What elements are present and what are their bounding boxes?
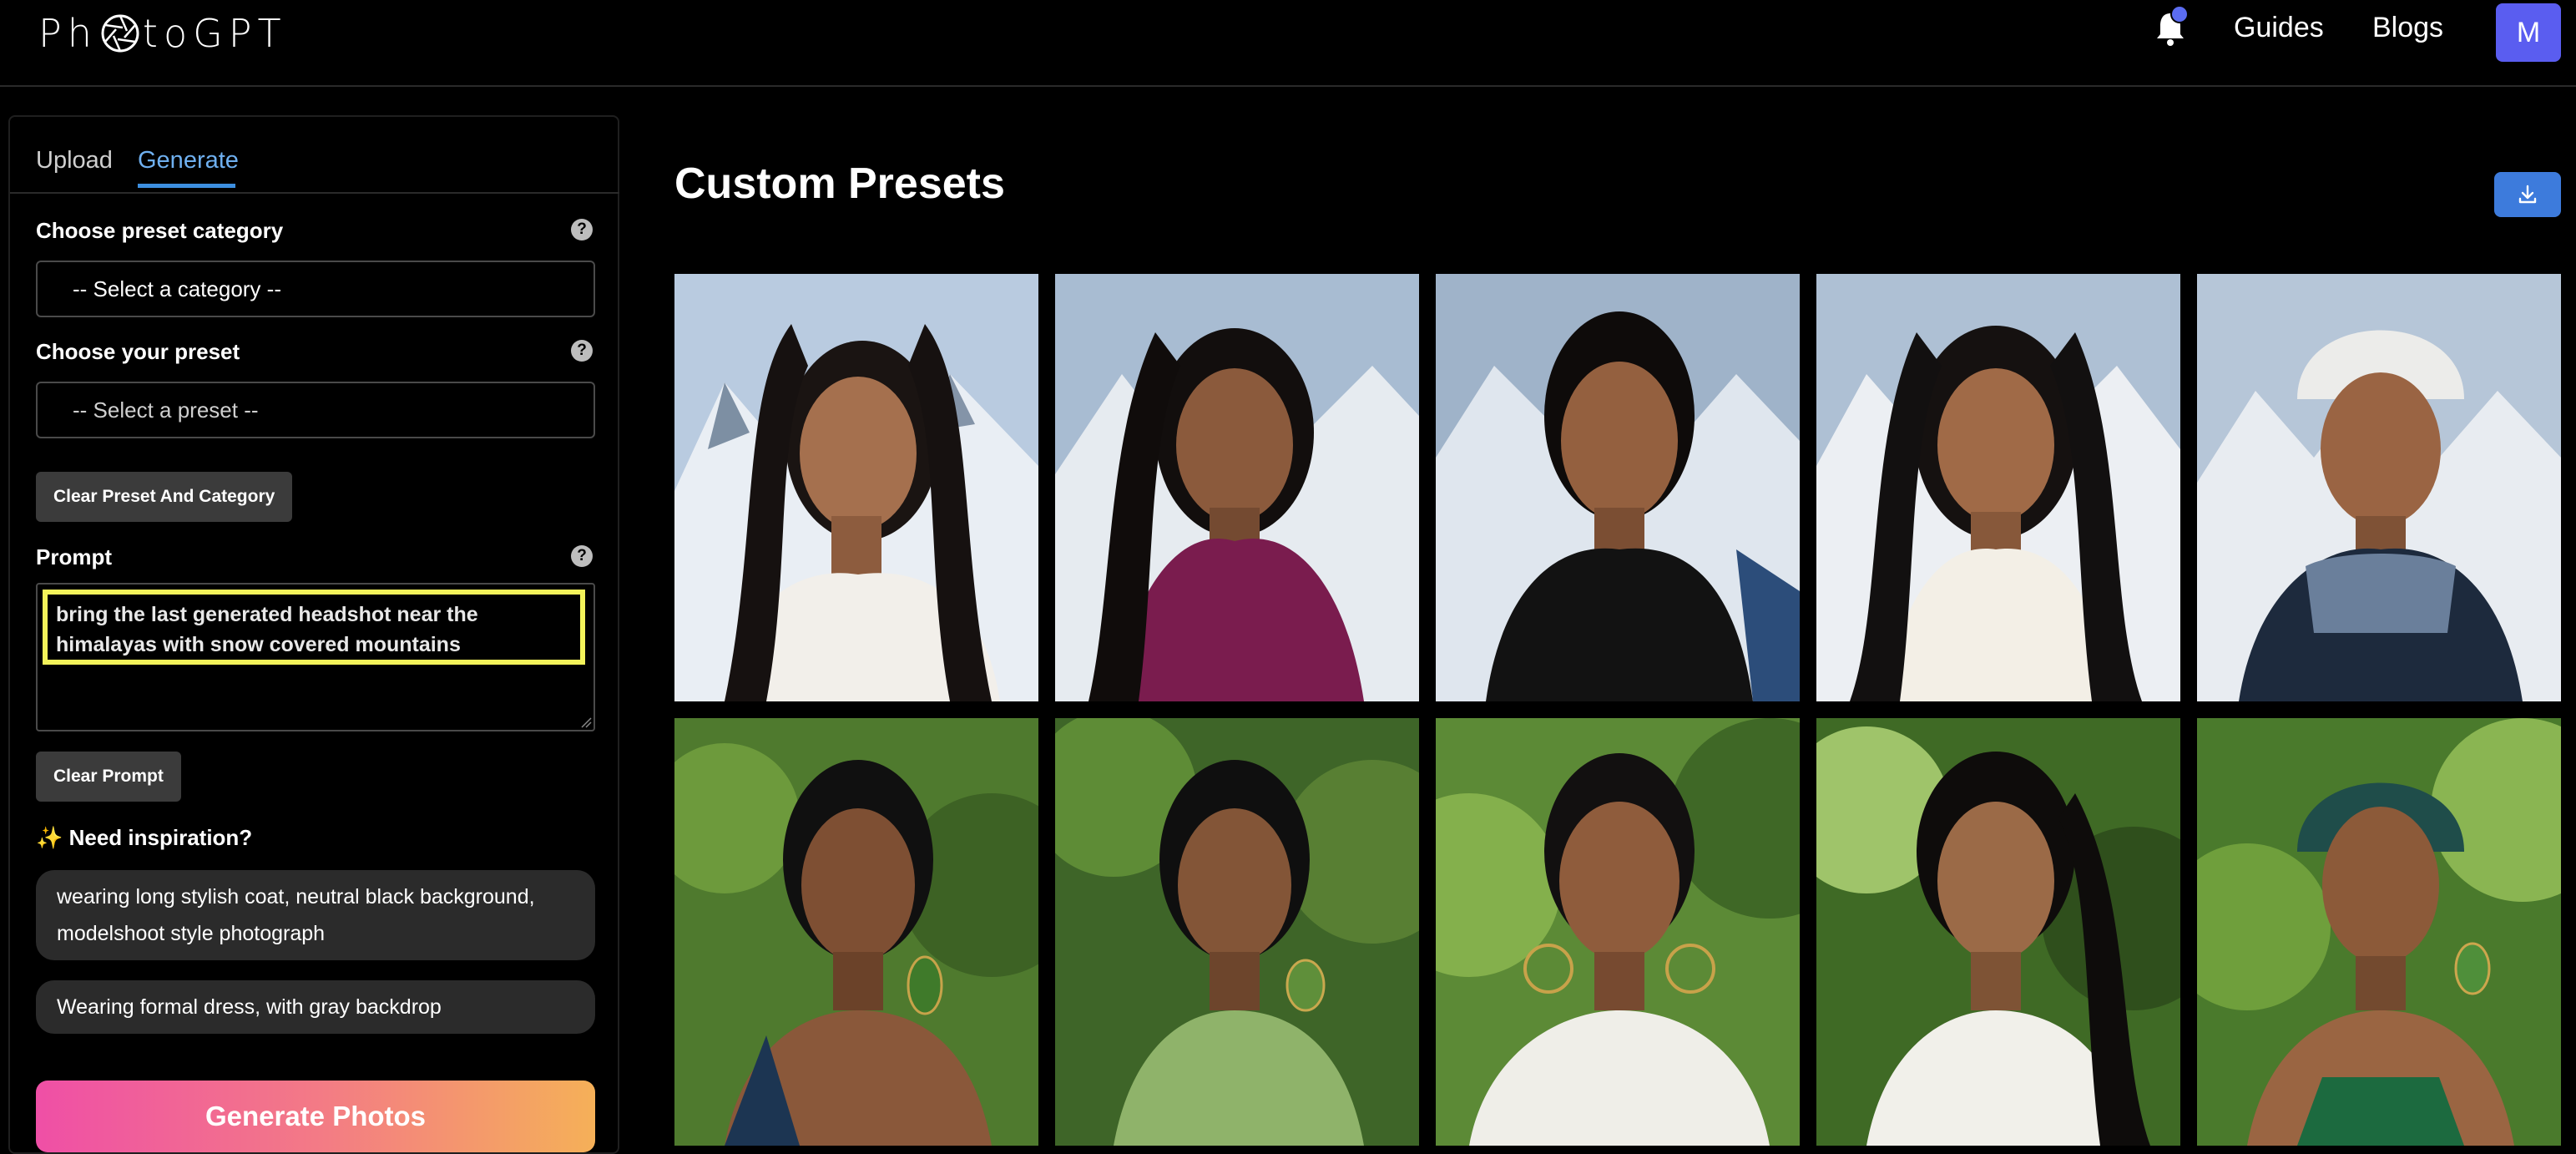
nav-blogs-link[interactable]: Blogs — [2372, 12, 2443, 44]
preset-photo[interactable] — [674, 274, 1038, 701]
preset-photo[interactable] — [2197, 718, 2561, 1146]
active-tab-indicator — [138, 184, 235, 188]
portrait-image — [1055, 718, 1419, 1146]
preset-photo[interactable] — [674, 718, 1038, 1146]
preset-photo[interactable] — [1816, 718, 2180, 1146]
portrait-image — [1816, 274, 2180, 701]
preset-select[interactable]: -- Select a preset -- — [36, 382, 595, 438]
prompt-textarea[interactable]: bring the last generated headshot near t… — [36, 583, 595, 731]
download-icon — [2518, 185, 2537, 204]
inspiration-title: Need inspiration? — [68, 825, 253, 850]
preset-category-label: Choose preset category — [36, 218, 284, 243]
logo-text-suffix: toGPT — [142, 11, 287, 56]
preset-photo-grid — [674, 274, 2561, 1146]
logo-text-prefix: Ph — [38, 11, 98, 56]
preset-category-select[interactable]: -- Select a category -- — [36, 261, 595, 317]
portrait-image — [1055, 274, 1419, 701]
preset-photo[interactable] — [1436, 274, 1800, 701]
top-header: Ph toGPT Guides Blogs M — [0, 0, 2576, 87]
logo[interactable]: Ph toGPT — [38, 7, 287, 60]
help-icon[interactable]: ? — [571, 340, 593, 362]
preset-photo[interactable] — [1055, 718, 1419, 1146]
tab-upload[interactable]: Upload — [36, 147, 113, 175]
resize-grip-icon[interactable] — [578, 715, 592, 728]
prompt-label: Prompt — [36, 544, 112, 569]
help-icon[interactable]: ? — [571, 545, 593, 567]
preset-photo[interactable] — [1816, 274, 2180, 701]
download-button[interactable] — [2494, 172, 2561, 217]
page-title: Custom Presets — [674, 159, 1005, 208]
user-avatar[interactable]: M — [2496, 3, 2561, 62]
portrait-image — [1436, 274, 1800, 701]
tab-generate[interactable]: Generate — [138, 147, 239, 175]
portrait-image — [1436, 718, 1800, 1146]
notification-badge — [2170, 5, 2189, 23]
inspiration-heading: ✨ Need inspiration? — [36, 825, 252, 851]
portrait-image — [2197, 718, 2561, 1146]
clear-prompt-button[interactable]: Clear Prompt — [36, 752, 181, 802]
clear-preset-button[interactable]: Clear Preset And Category — [36, 472, 293, 522]
inspiration-suggestion[interactable]: wearing long stylish coat, neutral black… — [36, 870, 595, 960]
portrait-image — [674, 718, 1038, 1146]
portrait-image — [2197, 274, 2561, 701]
preset-photo[interactable] — [1436, 718, 1800, 1146]
portrait-image — [674, 274, 1038, 701]
prompt-text: bring the last generated headshot near t… — [43, 590, 585, 665]
preset-label: Choose your preset — [36, 339, 240, 364]
inspiration-suggestion[interactable]: Wearing formal dress, with gray backdrop — [36, 980, 595, 1034]
aperture-icon — [101, 14, 139, 53]
preset-photo[interactable] — [2197, 274, 2561, 701]
sparkles-icon: ✨ — [36, 825, 63, 850]
nav-guides-link[interactable]: Guides — [2234, 12, 2324, 44]
panel-tabs: Upload Generate — [10, 117, 619, 194]
preset-photo[interactable] — [1055, 274, 1419, 701]
help-icon[interactable]: ? — [571, 219, 593, 240]
portrait-image — [1816, 718, 2180, 1146]
generation-panel: Upload Generate Choose preset category ?… — [8, 115, 619, 1154]
generate-photos-button[interactable]: Generate Photos — [36, 1081, 595, 1152]
